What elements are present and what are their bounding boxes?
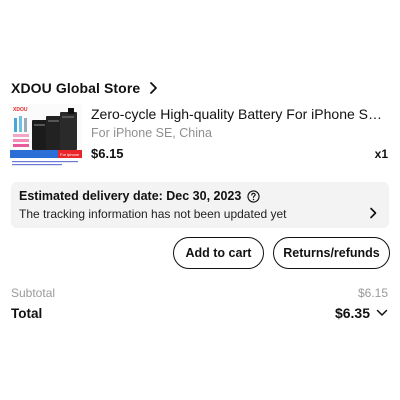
delivery-date-row: Estimated delivery date: Dec 30, 2023: [19, 189, 260, 203]
add-to-cart-button[interactable]: Add to cart: [173, 237, 264, 269]
returns-refunds-button[interactable]: Returns/refunds: [273, 237, 390, 269]
total-label: Total: [11, 306, 43, 321]
product-title[interactable]: Zero-cycle High-quality Battery For iPho…: [91, 106, 391, 122]
subtotal-label: Subtotal: [11, 286, 56, 300]
delivery-info-panel[interactable]: Estimated delivery date: Dec 30, 2023 Th…: [11, 182, 389, 228]
subtotal-value: $6.15: [357, 286, 388, 300]
chevron-down-icon[interactable]: [376, 309, 388, 317]
svg-text:For iphone: For iphone: [60, 152, 80, 157]
brand-logo-text: XDOU: [13, 107, 28, 113]
question-circle-icon[interactable]: [247, 189, 260, 203]
product-variant: For iPhone SE, China: [91, 126, 212, 140]
store-name[interactable]: XDOU Global Store: [11, 80, 140, 96]
delivery-date-label: Estimated delivery date: Dec 30, 2023: [19, 189, 242, 203]
product-price: $6.15: [91, 146, 124, 161]
tracking-status-text: The tracking information has not been up…: [19, 207, 287, 221]
chevron-right-icon[interactable]: [369, 207, 377, 219]
battery-product-image: XDOU For iphone: [10, 104, 82, 168]
total-value[interactable]: $6.35: [335, 305, 370, 321]
product-quantity: x1: [374, 147, 388, 161]
chevron-right-icon[interactable]: [148, 81, 158, 95]
store-header[interactable]: XDOU Global Store: [11, 80, 158, 96]
product-thumbnail[interactable]: XDOU For iphone: [10, 104, 82, 168]
